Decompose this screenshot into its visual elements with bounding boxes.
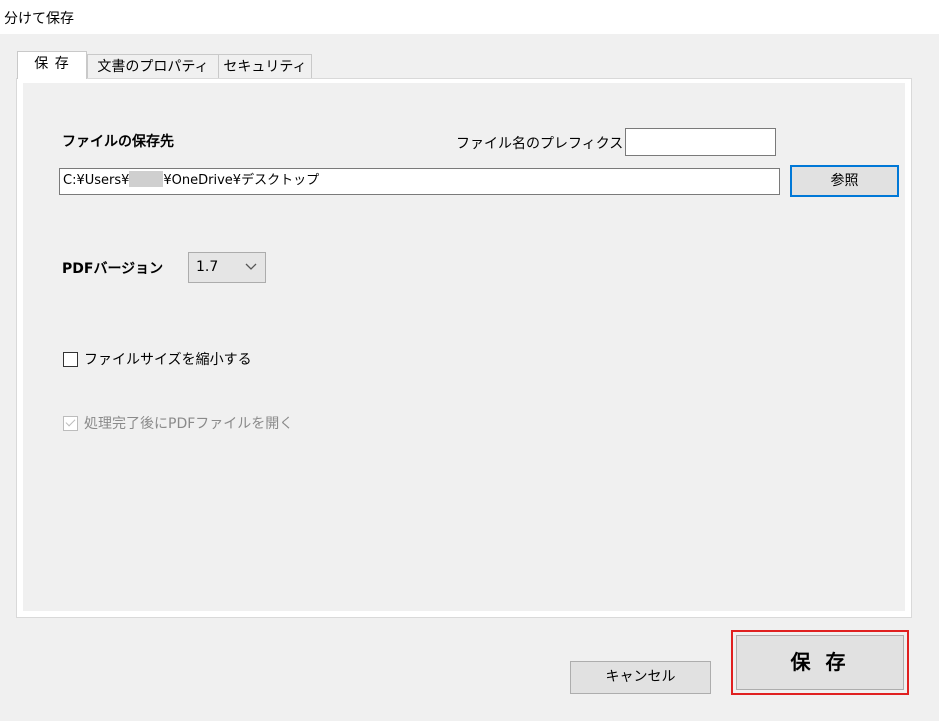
browse-button[interactable]: 参照 — [790, 165, 899, 197]
tab-document-properties-label: 文書のプロパティ — [97, 59, 209, 75]
save-button-label: 保 存 — [790, 650, 850, 674]
tab-security[interactable]: セキュリティ — [218, 54, 312, 79]
path-prefix-text: C:¥Users¥ — [63, 173, 130, 188]
open-after-label: 処理完了後にPDFファイルを開く — [84, 416, 294, 432]
chevron-down-icon — [245, 253, 257, 291]
pdf-version-value: 1.7 — [196, 259, 219, 275]
save-button[interactable]: 保 存 — [736, 635, 904, 690]
window-title: 分けて保存 — [4, 11, 74, 27]
open-after-option: 処理完了後にPDFファイルを開く — [63, 413, 293, 433]
prefix-label: ファイル名のプレフィクス — [456, 136, 624, 152]
prefix-input[interactable] — [625, 128, 776, 156]
tab-panel-inner — [23, 83, 905, 611]
reduce-size-checkbox[interactable] — [63, 351, 78, 367]
tab-document-properties[interactable]: 文書のプロパティ — [87, 54, 219, 79]
pdf-version-select[interactable]: 1.7 — [188, 252, 266, 283]
redacted-username — [129, 171, 164, 187]
reduce-size-label: ファイルサイズを縮小する — [84, 352, 252, 368]
path-input[interactable]: C:¥Users¥ ¥OneDrive¥デスクトップ — [59, 168, 780, 195]
tab-security-label: セキュリティ — [223, 59, 307, 75]
tab-save[interactable]: 保 存 — [17, 51, 87, 79]
destination-label: ファイルの保存先 — [62, 134, 174, 150]
reduce-size-option[interactable]: ファイルサイズを縮小する — [63, 349, 252, 369]
tab-save-label: 保 存 — [34, 56, 70, 72]
title-bar: 分けて保存 — [0, 0, 939, 34]
open-after-checkbox — [63, 415, 78, 431]
browse-button-label: 参照 — [830, 173, 859, 189]
cancel-button-label: キャンセル — [605, 669, 676, 685]
cancel-button[interactable]: キャンセル — [570, 661, 711, 694]
path-suffix-text: ¥OneDrive¥デスクトップ — [163, 173, 320, 188]
tab-panel — [16, 78, 912, 618]
pdf-version-label: PDFバージョン — [62, 261, 164, 277]
